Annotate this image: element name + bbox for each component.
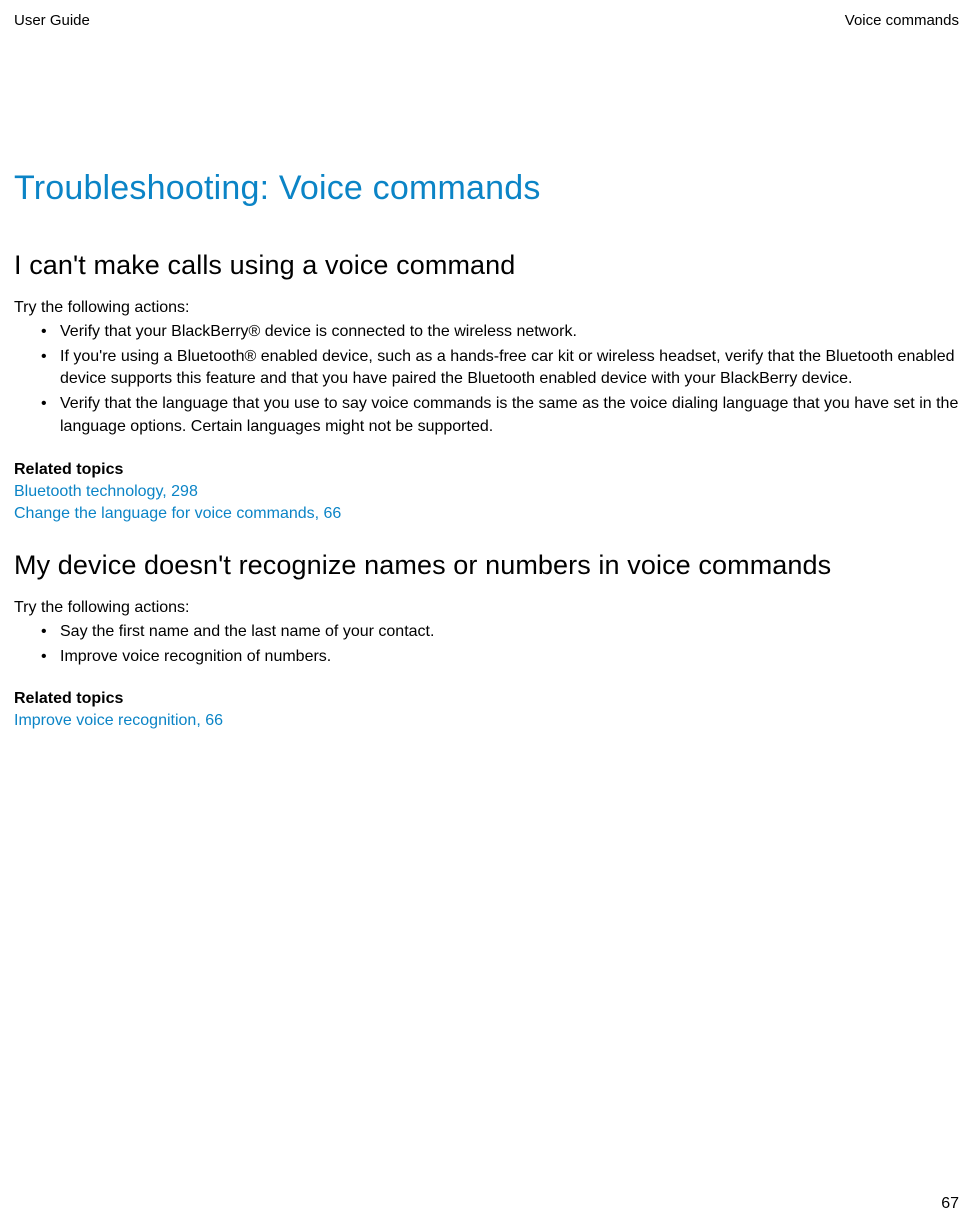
list-item: Improve voice recognition of numbers. — [60, 646, 959, 669]
section1-heading: I can't make calls using a voice command — [14, 250, 959, 281]
page-header: User Guide Voice commands — [0, 0, 973, 29]
list-item: Verify that your BlackBerry® device is c… — [60, 321, 959, 344]
list-item: Say the first name and the last name of … — [60, 621, 959, 644]
related-link[interactable]: Improve voice recognition, 66 — [14, 710, 959, 733]
section2-heading: My device doesn't recognize names or num… — [14, 550, 959, 581]
section2-bullet-list: Say the first name and the last name of … — [14, 621, 959, 668]
list-item: Verify that the language that you use to… — [60, 393, 959, 438]
section1-intro: Try the following actions: — [14, 299, 959, 317]
related-topics-heading: Related topics — [14, 461, 959, 479]
section1-related: Related topics Bluetooth technology, 298… — [14, 461, 959, 526]
related-link[interactable]: Bluetooth technology, 298 — [14, 481, 959, 504]
related-topics-heading: Related topics — [14, 690, 959, 708]
page-title: Troubleshooting: Voice commands — [14, 169, 959, 208]
section1-bullet-list: Verify that your BlackBerry® device is c… — [14, 321, 959, 439]
related-link[interactable]: Change the language for voice commands, … — [14, 503, 959, 526]
section2-related: Related topics Improve voice recognition… — [14, 690, 959, 733]
page-number: 67 — [941, 1195, 959, 1213]
header-right: Voice commands — [845, 12, 959, 29]
section2-intro: Try the following actions: — [14, 599, 959, 617]
header-left: User Guide — [14, 12, 90, 29]
page-content: Troubleshooting: Voice commands I can't … — [0, 29, 973, 733]
list-item: If you're using a Bluetooth® enabled dev… — [60, 346, 959, 391]
